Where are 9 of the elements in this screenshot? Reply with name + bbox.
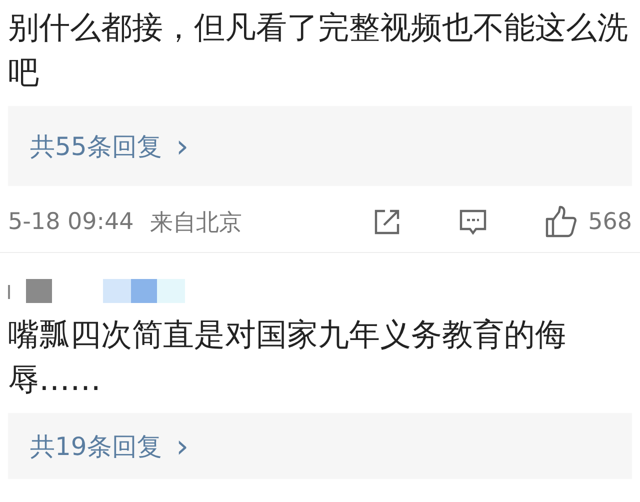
comment-location: 来自北京	[150, 208, 242, 238]
comment-text: 别什么都接，但凡看了完整视频也不能这么洗吧	[7, 9, 629, 93]
comment-icon[interactable]	[458, 207, 488, 237]
thumbs-up-icon[interactable]	[544, 205, 578, 239]
replies-link[interactable]: 共19条回复 ›	[30, 430, 189, 462]
comment-text: 嘴瓢四次简直是对国家九年义务教育的侮辱……	[7, 316, 567, 400]
replies-link[interactable]: 共55条回复 ›	[30, 130, 189, 162]
comment-time: 5-18 09:44	[8, 209, 134, 235]
like-count: 568	[588, 209, 632, 235]
